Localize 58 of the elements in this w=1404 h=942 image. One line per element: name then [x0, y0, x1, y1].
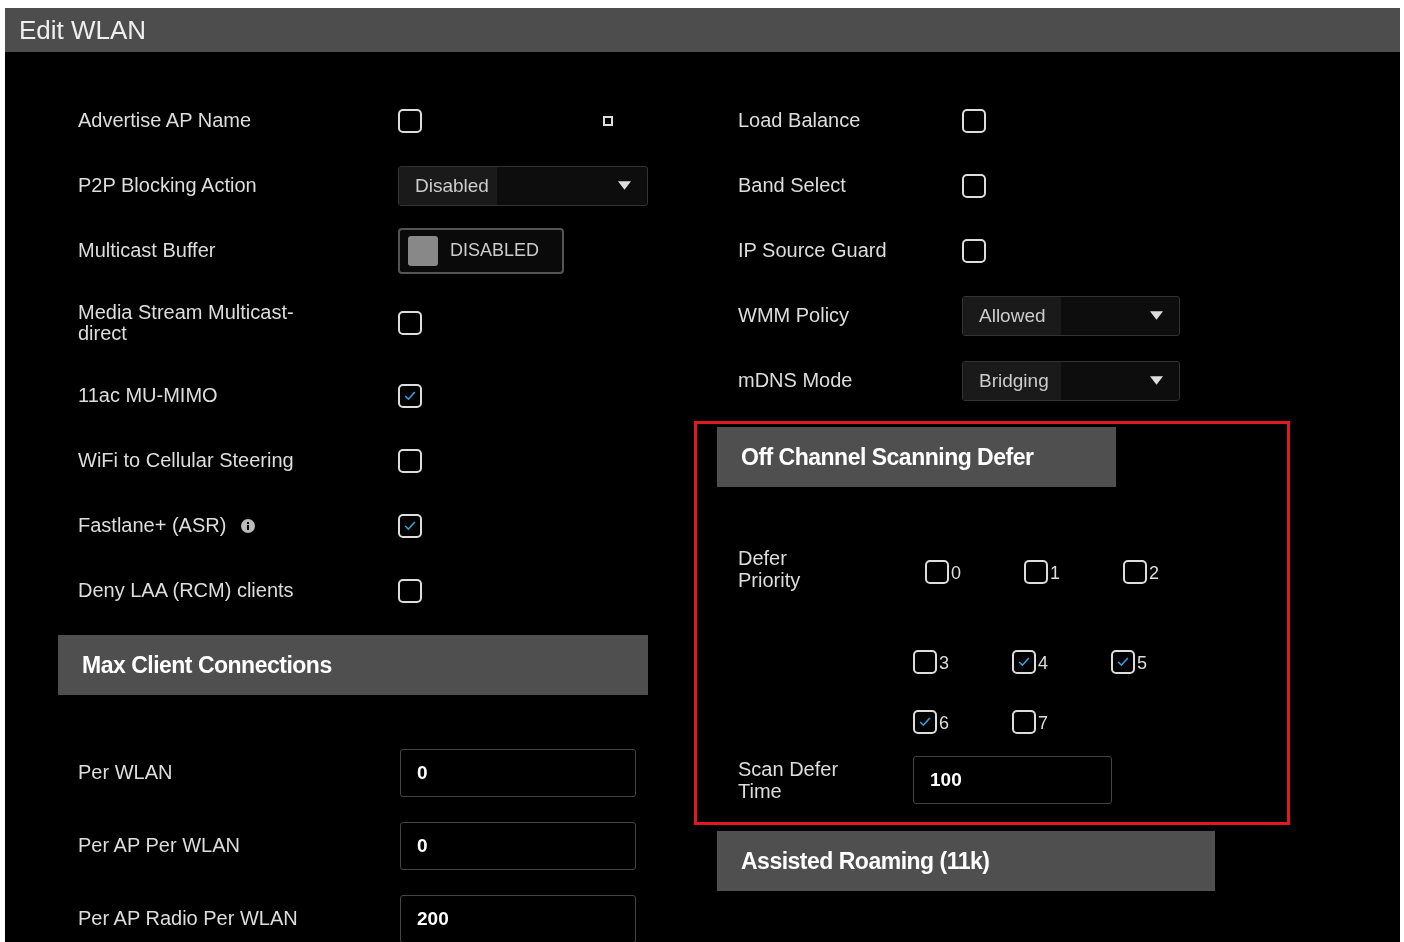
setting-label: Band Select	[738, 174, 847, 197]
setting-label: P2P Blocking Action	[78, 174, 258, 197]
caret-icon	[1150, 376, 1163, 385]
field-label: Per AP Per WLAN	[78, 834, 241, 857]
checkbox-label: 0	[951, 563, 961, 584]
setting-label: mDNS Mode	[738, 369, 854, 392]
checkbox[interactable]	[925, 560, 949, 584]
checkbox[interactable]	[1123, 560, 1147, 584]
setting-label: Media Stream Multicast-direct	[78, 302, 295, 344]
setting-label: Load Balance	[738, 109, 862, 132]
checkbox[interactable]	[398, 383, 422, 408]
checkbox-label: 1	[1050, 563, 1060, 584]
dropdown[interactable]: Bridging	[962, 360, 1180, 401]
section-header: Off Channel Scanning Defer	[717, 427, 1116, 487]
input-field[interactable]: 100	[913, 756, 1112, 804]
window-title: Edit WLAN	[19, 14, 147, 46]
setting-label: Fastlane+ (ASR)	[78, 514, 398, 537]
checkbox[interactable]	[1012, 650, 1036, 674]
setting-label: 11ac MU-MIMO	[78, 384, 219, 407]
caret-icon	[1150, 311, 1163, 320]
checkbox-label: 2	[1149, 563, 1159, 584]
setting-label: Defer Priority	[738, 547, 802, 593]
checkbox[interactable]	[398, 108, 422, 133]
setting-label: Scan Defer Time	[738, 758, 840, 802]
section-header: Max Client Connections	[58, 635, 648, 695]
checkbox-label: 3	[939, 653, 949, 674]
toggle-switch[interactable]: DISABLED	[398, 227, 564, 274]
checkbox[interactable]	[1111, 650, 1135, 674]
input-field[interactable]: 0	[400, 821, 636, 870]
checkbox[interactable]	[962, 173, 986, 198]
field-label: Per WLAN	[78, 761, 174, 784]
checkbox[interactable]	[398, 578, 422, 603]
input-field[interactable]: 200	[400, 894, 636, 942]
checkbox[interactable]	[1012, 710, 1036, 734]
setting-label: WMM Policy	[738, 304, 851, 327]
setting-label: Multicast Buffer	[78, 239, 217, 262]
checkbox-label: 4	[1038, 653, 1048, 674]
checkbox-label: 7	[1038, 713, 1048, 734]
checkbox[interactable]	[398, 513, 422, 538]
field-label: Per AP Radio Per WLAN	[78, 907, 299, 930]
checkbox[interactable]	[398, 311, 422, 335]
input-field[interactable]: 0	[400, 748, 636, 797]
checkbox-label: 5	[1137, 653, 1147, 674]
checkbox[interactable]	[398, 448, 422, 473]
setting-label: Advertise AP Name	[78, 109, 253, 132]
checkbox-label: 6	[939, 713, 949, 734]
setting-label: Deny LAA (RCM) clients	[78, 579, 295, 602]
checkbox[interactable]	[913, 710, 937, 734]
dropdown[interactable]: Allowed	[962, 295, 1180, 336]
setting-label: IP Source Guard	[738, 239, 888, 262]
caret-icon	[618, 181, 631, 190]
checkbox[interactable]	[962, 238, 986, 263]
checkbox[interactable]	[962, 108, 986, 133]
checkbox[interactable]	[1024, 560, 1048, 584]
dropdown[interactable]: Disabled	[398, 165, 648, 206]
checkbox[interactable]	[913, 650, 937, 674]
setting-label: WiFi to Cellular Steering	[78, 449, 295, 472]
section-header: Assisted Roaming (11k)	[717, 831, 1215, 891]
